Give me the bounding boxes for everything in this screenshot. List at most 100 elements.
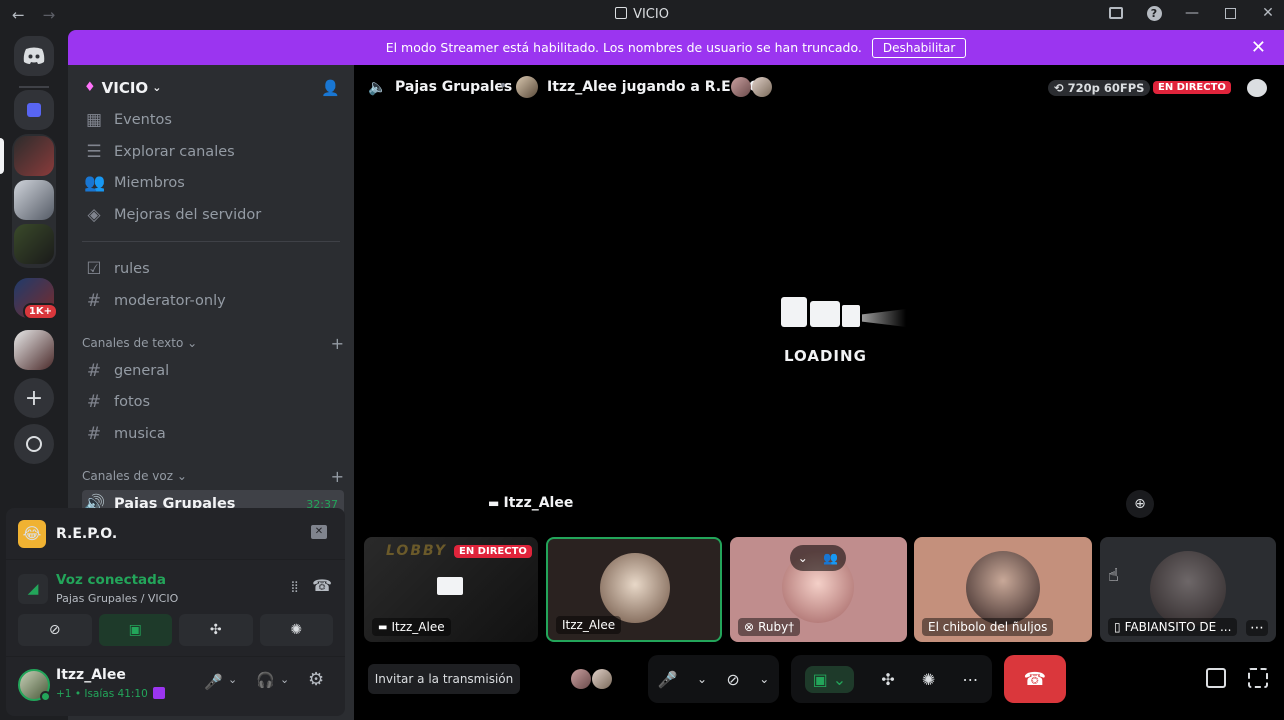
camera-off-button[interactable]: ⊘ [18, 614, 92, 646]
hashtag-icon: # [86, 392, 102, 412]
game-lobby-text: LOBBY [386, 543, 448, 559]
direct-messages-icon[interactable] [14, 90, 54, 130]
menu-item-browse-channels[interactable]: ☰ Explorar canales [82, 138, 344, 166]
noise-suppression-icon[interactable]: ⦙⦙ [291, 578, 298, 596]
pop-out-icon[interactable] [1206, 668, 1226, 688]
header-channel-name[interactable]: Pajas Grupales [395, 79, 512, 95]
xbox-icon: ⊗ [744, 620, 755, 634]
menu-item-members[interactable]: 👥 Miembros [82, 169, 344, 197]
voice-connected-status[interactable]: Voz conectada [56, 572, 166, 588]
server-folder[interactable] [12, 134, 56, 268]
close-banner-icon[interactable]: ✕ [1251, 37, 1266, 58]
participant-tile[interactable]: El chibolo del ñuljos [914, 537, 1092, 642]
stream-header: 🔈 Pajas Grupales • Itzz_Alee jugando a R… [354, 65, 1284, 111]
fullscreen-icon[interactable] [1248, 668, 1268, 688]
phone-icon: ▯ [1114, 620, 1121, 634]
chevron-down-icon[interactable]: ⌄ [697, 672, 707, 686]
server-icon[interactable] [14, 224, 54, 264]
server-icon[interactable] [14, 136, 54, 176]
minimize-icon[interactable]: — [1184, 5, 1200, 21]
microphone-icon[interactable]: 🎤 [204, 673, 223, 691]
voice-location[interactable]: Pajas Grupales / VICIO [56, 592, 178, 605]
nitro-badge-icon [153, 687, 166, 699]
help-icon[interactable]: ? [1146, 5, 1162, 21]
voice-channels-category[interactable]: Canales de voz ⌄ + [82, 467, 344, 486]
people-icon: 👥 [823, 551, 839, 565]
inbox-icon[interactable] [1108, 5, 1124, 21]
add-channel-icon[interactable]: + [331, 334, 344, 353]
menu-item-events[interactable]: ▦ Eventos [82, 106, 344, 134]
participant-avatar [600, 553, 670, 623]
chevron-down-icon[interactable]: ⌄ [228, 673, 237, 686]
signal-icon[interactable]: ◢ [18, 574, 48, 604]
server-icon[interactable] [14, 180, 54, 220]
voice-actions: ⊘ ▣ ✣ ✺ [18, 614, 333, 646]
soundboard-button[interactable]: ✺ [259, 614, 333, 646]
boost-icon: ◈ [87, 205, 101, 225]
participant-tile-stream[interactable]: LOBBY EN DIRECTO ▬ Itzz_Alee [364, 537, 538, 642]
rail-separator [19, 86, 49, 88]
soundboard-icon[interactable]: ✺ [922, 670, 935, 689]
participant-tile[interactable]: Itzz_Alee [546, 537, 722, 642]
channel-musica[interactable]: # musica [82, 420, 344, 448]
add-server-icon[interactable]: + [14, 378, 54, 418]
game-icon: 😂 [18, 519, 46, 548]
microphone-icon[interactable]: 🎤 [658, 670, 678, 689]
camera-off-icon[interactable]: ⊘ [726, 670, 739, 689]
server-icon[interactable] [14, 330, 54, 370]
screen-icon: ▬ [378, 621, 388, 633]
viewer-avatar[interactable] [592, 669, 612, 689]
stream-owner-label: ▬ Itzz_Alee [488, 495, 574, 511]
chevron-down-icon: ⌄ [152, 81, 162, 94]
settings-gear-icon[interactable]: ⚙ [308, 669, 324, 690]
explore-icon[interactable] [14, 424, 54, 464]
disconnect-button[interactable]: ☎ [1004, 655, 1066, 703]
add-channel-icon[interactable]: + [331, 467, 344, 486]
more-options-icon[interactable]: ⋯ [962, 670, 978, 689]
server-icon[interactable]: 1K+ [14, 278, 58, 320]
disable-streamer-button[interactable]: Deshabilitar [871, 37, 967, 58]
channel-general[interactable]: # general [82, 357, 344, 385]
server-name: VICIO [101, 78, 149, 97]
discord-home-icon[interactable] [14, 36, 54, 76]
hashtag-icon: # [86, 424, 102, 444]
menu-item-server-boosts[interactable]: ◈ Mejoras del servidor [82, 201, 344, 229]
streamer-avatar[interactable] [516, 76, 538, 98]
chevron-down-icon[interactable]: ⌄ [280, 673, 289, 686]
maximize-icon[interactable] [1222, 5, 1238, 21]
channel-rules[interactable]: ☑ rules [82, 255, 344, 283]
channel-moderator-only[interactable]: # moderator-only [82, 287, 344, 315]
truck-icon [810, 301, 840, 327]
invite-stream-button[interactable]: Invitar a la transmisión [368, 664, 520, 694]
zoom-icon[interactable]: ⊕ [1126, 490, 1154, 518]
channel-fotos[interactable]: # fotos [82, 388, 344, 416]
viewer-avatar[interactable] [731, 77, 751, 97]
viewer-avatar[interactable] [571, 669, 591, 689]
activities-button[interactable]: ✣ [179, 614, 253, 646]
invite-people-icon[interactable]: 👤 [321, 79, 340, 97]
quality-badge[interactable]: ⟲ 720p 60FPS [1048, 80, 1151, 96]
stop-stream-icon[interactable]: ✕ [311, 525, 327, 539]
username[interactable]: Itzz_Alee [56, 667, 126, 683]
chevron-down-icon[interactable]: ⌄ [759, 672, 769, 686]
share-controls: ▣ ⌄ ✣ ✺ ⋯ [791, 655, 992, 703]
viewer-avatar[interactable] [752, 77, 772, 97]
server-header[interactable]: ♦ VICIO ⌄ 👤 [68, 65, 354, 110]
screen-share-button[interactable]: ▣ [98, 614, 172, 646]
text-channels-category[interactable]: Canales de texto ⌄ + [82, 334, 344, 353]
notification-badge: 1K+ [22, 303, 58, 320]
tile-menu-pill[interactable]: ⌄ 👥 [790, 545, 846, 571]
hashtag-icon: # [86, 291, 102, 311]
title-bar: ← → VICIO ? — ✕ [0, 0, 1284, 30]
voice-status-row: ◢ Voz conectada Pajas Grupales / VICIO ⦙… [18, 570, 338, 610]
disconnect-icon[interactable]: ☎ [312, 576, 332, 595]
more-options-icon[interactable]: ⋯ [1246, 620, 1268, 636]
screen-share-toggle[interactable]: ▣ ⌄ [804, 665, 855, 693]
participant-tile[interactable]: ⌄ 👥 ⊗ Ruby† [730, 537, 907, 642]
activities-icon[interactable]: ✣ [881, 670, 894, 689]
participant-tile[interactable]: ☝ ▯ FABIANSITO DE ... ⋯ [1100, 537, 1276, 642]
chat-bubble-icon[interactable] [1247, 79, 1267, 97]
headphones-icon[interactable]: 🎧 [256, 671, 275, 689]
participant-avatar [966, 551, 1040, 625]
close-window-icon[interactable]: ✕ [1260, 5, 1276, 21]
